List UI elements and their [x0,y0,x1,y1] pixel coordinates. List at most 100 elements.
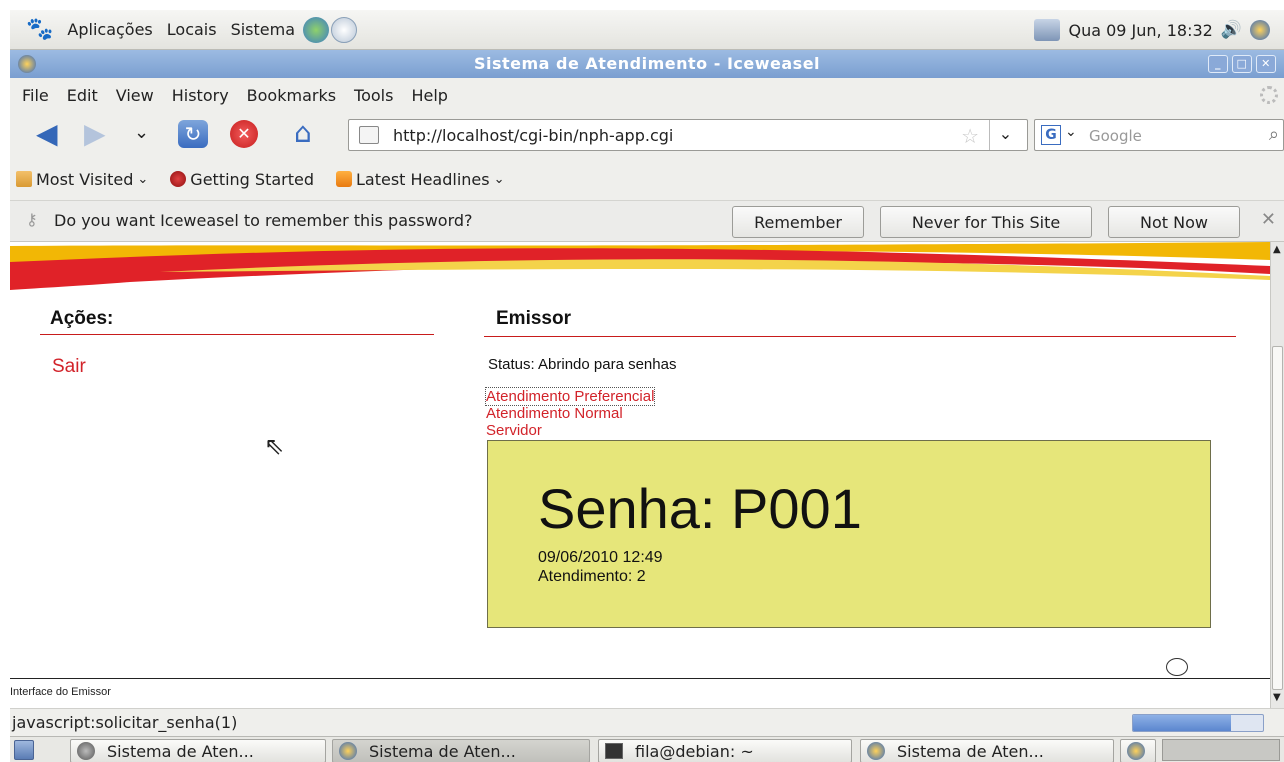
acoes-title: Ações: [50,308,114,329]
url-bar[interactable]: http://localhost/cgi-bin/nph-app.cgi ☆ ⌄ [348,119,1028,151]
iceweasel-icon [867,742,885,760]
minimize-button[interactable]: _ [1208,55,1228,73]
bookmark-getting-started[interactable]: Getting Started [164,170,314,189]
browser-tray-icon[interactable] [1250,20,1270,40]
workspace-switcher[interactable] [1162,739,1280,761]
key-icon: ⚷ [26,210,38,229]
scroll-down-arrow-icon[interactable]: ▼ [1273,692,1281,703]
search-input[interactable]: Google [1089,127,1142,145]
search-magnifier-icon[interactable]: ⌕ [1269,124,1279,145]
search-bar[interactable]: G ⌄ Google ⌕ [1034,119,1284,151]
servidor-link[interactable]: Servidor [486,422,542,439]
scroll-up-arrow-icon[interactable]: ▲ [1273,244,1281,255]
bookmark-most-visited[interactable]: Most Visited ⌄ [10,170,148,189]
page-load-progress-bar [1132,714,1264,732]
search-engine-icon[interactable]: G [1041,125,1061,145]
mail-launcher-icon[interactable] [331,16,358,43]
close-window-button[interactable]: ✕ [1256,55,1276,73]
panel-clock[interactable]: Qua 09 Jun, 18:32 [1068,21,1212,40]
footer-label: Interface do Emissor [10,686,111,698]
url-dropdown-icon[interactable]: ⌄ [989,120,1021,150]
menu-bar: File Edit View History Bookmarks Tools H… [10,78,1284,112]
menu-file[interactable]: File [22,86,49,105]
remember-button[interactable]: Remember [732,206,864,238]
password-notification-bar: ⚷ Do you want Iceweasel to remember this… [10,200,1284,242]
bookmark-label: Most Visited [36,169,134,189]
sair-link[interactable]: Sair [52,356,86,378]
browser-launcher-icon[interactable] [303,16,330,43]
maximize-button[interactable]: □ [1232,55,1252,73]
window-title-bar: Sistema de Atendimento - Iceweasel _ □ ✕ [10,50,1284,78]
never-for-this-site-button[interactable]: Never for This Site [880,206,1092,238]
emissor-title: Emissor [496,308,571,329]
reload-icon[interactable]: ↻ [178,120,208,148]
not-now-button[interactable]: Not Now [1108,206,1240,238]
search-engine-dropdown-icon[interactable]: ⌄ [1065,124,1077,140]
bookmark-latest-headlines[interactable]: Latest Headlines ⌄ [330,170,504,189]
status-bar-text: javascript:solicitar_senha(1) [12,713,238,732]
gnome-foot-icon[interactable]: 🐾 [26,18,53,41]
menu-help[interactable]: Help [411,86,447,105]
window-title: Sistema de Atendimento - Iceweasel [473,54,821,73]
volume-icon[interactable]: 🔊 [1221,20,1242,40]
panel-menu-locais[interactable]: Locais [167,20,217,39]
page-content: Ações: Sair Emissor Status: Abrindo para… [10,242,1270,678]
window-app-icon [18,55,36,73]
status-text: Status: Abrindo para senhas [488,356,677,373]
iceweasel-icon [339,742,357,760]
gnome-top-panel: 🐾 Aplicações Locais Sistema Qua 09 Jun, … [10,10,1284,50]
atendimento-normal-link[interactable]: Atendimento Normal [486,405,623,422]
close-notification-icon[interactable]: ✕ [1261,209,1276,230]
task-label: Sistema de Aten... [897,741,1044,761]
atendimento-preferencial-link[interactable]: Atendimento Preferencial [484,387,656,406]
task-button[interactable] [1120,739,1156,762]
senha-label: Senha: P001 [538,477,862,540]
show-desktop-icon[interactable] [14,740,34,760]
task-button[interactable]: fila@debian: ~ [598,739,852,762]
chevron-down-icon: ⌄ [137,171,149,187]
panel-menu-aplicacoes[interactable]: Aplicações [67,20,152,39]
task-button[interactable]: Sistema de Aten... [860,739,1114,762]
bookmark-label: Latest Headlines [356,169,490,189]
history-dropdown-icon[interactable]: ⌄ [134,122,149,143]
bookmark-label: Getting Started [190,169,314,189]
panel-menu-sistema[interactable]: Sistema [231,20,295,39]
taskbar: Sistema de Aten... Sistema de Aten... fi… [10,736,1284,762]
senha-ticket-box: Senha: P001 09/06/2010 12:49 Atendimento… [487,440,1211,628]
scroll-thumb[interactable] [1272,346,1283,690]
bookmark-star-icon[interactable]: ☆ [961,124,979,148]
task-label: fila@debian: ~ [635,741,754,761]
task-label: Sistema de Aten... [369,741,516,761]
url-text[interactable]: http://localhost/cgi-bin/nph-app.cgi [393,126,673,145]
browser-status-bar: javascript:solicitar_senha(1) [10,708,1284,736]
bookmarks-toolbar: Most Visited ⌄ Getting Started Latest He… [10,158,1284,200]
back-arrow-icon[interactable]: ◀ [36,120,58,148]
menu-edit[interactable]: Edit [67,86,98,105]
site-identity-icon[interactable] [359,126,379,144]
chevron-down-icon: ⌄ [493,171,505,187]
home-icon[interactable]: ⌂ [294,118,312,148]
password-prompt-text: Do you want Iceweasel to remember this p… [54,211,473,230]
terminal-icon [605,743,623,759]
stop-icon[interactable]: ✕ [230,120,258,148]
acoes-divider [40,334,434,335]
network-icon[interactable] [1034,19,1061,41]
vertical-scrollbar[interactable]: ▲ ▼ [1270,242,1284,708]
task-button-active[interactable]: Sistema de Aten... [332,739,590,762]
emissor-divider [484,336,1236,337]
menu-bookmarks[interactable]: Bookmarks [247,86,336,105]
folder-icon [16,171,32,187]
debian-swirl-icon [170,171,187,187]
task-label: Sistema de Aten... [107,741,254,761]
mouse-pointer-icon: ⇖ [264,432,285,460]
task-button[interactable]: Sistema de Aten... [70,739,326,762]
menu-tools[interactable]: Tools [354,86,393,105]
iceweasel-icon [1127,742,1145,760]
forward-arrow-icon[interactable]: ▶ [84,120,106,148]
rss-feed-icon [336,171,352,187]
senha-datetime: 09/06/2010 12:49 [538,549,663,566]
progress-fill [1133,715,1231,731]
menu-history[interactable]: History [172,86,229,105]
senha-atendimento: Atendimento: 2 [538,568,646,585]
menu-view[interactable]: View [116,86,154,105]
